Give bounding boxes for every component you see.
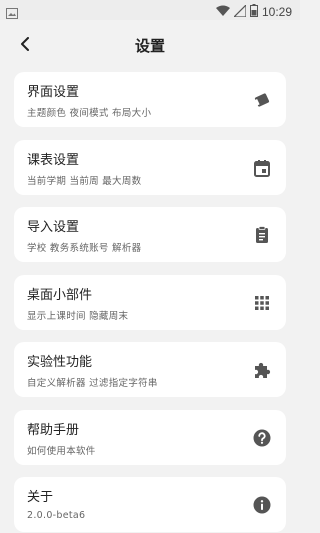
item-description: 学校 教务系统账号 解析器 <box>27 243 142 254</box>
status-time: 10:29 <box>261 4 292 19</box>
app-bar: 设置 <box>0 20 300 72</box>
clipboard-icon <box>252 225 272 245</box>
settings-item-experimental[interactable]: 实验性功能 自定义解析器 过滤指定字符串 <box>14 342 286 397</box>
item-label: 桌面小部件 <box>27 287 93 303</box>
signal-icon <box>232 2 247 21</box>
settings-item-about[interactable]: 关于 2.0.0-beta6 <box>14 477 286 532</box>
palette-icon <box>252 90 272 110</box>
info-icon <box>252 495 272 515</box>
item-label: 界面设置 <box>27 85 80 100</box>
settings-item-widget[interactable]: 桌面小部件 显示上课时间 隐藏周末 <box>14 274 286 330</box>
item-description: 当前学期 当前周 最大周数 <box>27 175 142 187</box>
item-label: 实验性功能 <box>27 355 93 370</box>
item-description: 主题颜色 夜间模式 布局大小 <box>27 108 152 119</box>
settings-item-import[interactable]: 导入设置 学校 教务系统账号 解析器 <box>14 207 286 262</box>
settings-list: 界面设置 主题颜色 夜间模式 布局大小 课表设置 当前学期 当前周 最大周数 导… <box>0 72 300 532</box>
item-description: 自定义解析器 过滤指定字符串 <box>27 378 158 389</box>
calendar-icon <box>252 158 272 178</box>
apps-grid-icon <box>252 293 272 313</box>
status-bar: 10:29 <box>0 0 300 20</box>
puzzle-icon <box>252 360 272 380</box>
item-description: 如何使用本软件 <box>27 445 96 457</box>
item-label: 帮助手册 <box>27 422 80 438</box>
settings-item-appearance[interactable]: 界面设置 主题颜色 夜间模式 布局大小 <box>14 72 286 127</box>
item-label: 导入设置 <box>27 220 80 235</box>
help-icon <box>252 428 272 448</box>
battery-icon <box>249 2 258 21</box>
page-title: 设置 <box>134 37 165 55</box>
settings-item-help[interactable]: 帮助手册 如何使用本软件 <box>14 409 286 465</box>
item-label: 关于 <box>27 490 54 505</box>
wifi-icon <box>215 2 230 21</box>
item-description: 2.0.0-beta6 <box>27 510 86 521</box>
settings-item-timetable[interactable]: 课表设置 当前学期 当前周 最大周数 <box>14 139 286 195</box>
item-label: 课表设置 <box>27 152 80 168</box>
item-description: 显示上课时间 隐藏周末 <box>27 310 129 322</box>
